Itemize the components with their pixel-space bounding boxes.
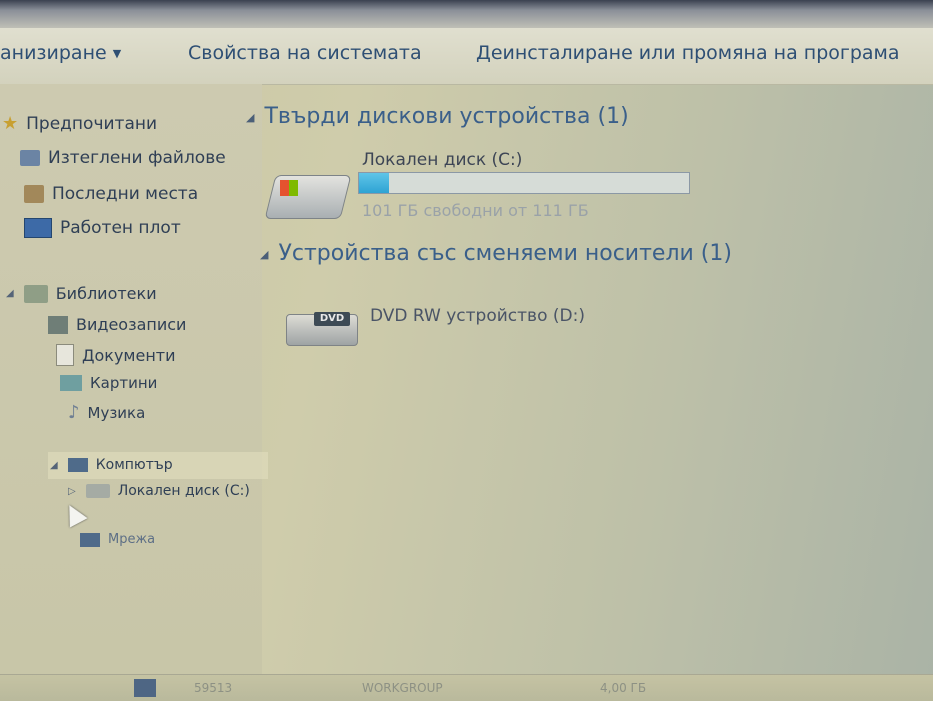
downloads-folder-icon [20, 150, 40, 166]
drive-c-usage-bar [358, 172, 690, 194]
computer-icon [67, 458, 88, 472]
hdd-group-label: Твърди дискови устройства (1) [264, 104, 629, 129]
documents-icon [56, 344, 74, 366]
nav-pictures[interactable]: Картини [60, 374, 157, 392]
nav-computer-label: Компютър [95, 457, 173, 473]
nav-favorites-label: Предпочитани [26, 113, 158, 134]
hard-drive-icon[interactable] [264, 175, 352, 219]
nav-favorites[interactable]: ★ Предпочитани [2, 113, 157, 134]
nav-desktop-label: Работен плот [60, 218, 181, 238]
collapse-triangle-icon[interactable]: ◢ [246, 111, 254, 124]
nav-music[interactable]: ♪ Музика [68, 402, 145, 423]
collapse-triangle-icon[interactable]: ◢ [50, 460, 58, 471]
nav-local-disk-label: Локален диск (C:) [117, 483, 250, 499]
dvd-drive-name[interactable]: DVD RW устройство (D:) [370, 306, 585, 326]
status-workgroup: WORKGROUP [362, 681, 443, 695]
removable-group-label: Устройства със сменяеми носители (1) [278, 241, 732, 266]
nav-recent-label: Последни места [52, 184, 199, 204]
libraries-icon [23, 284, 48, 303]
star-icon: ★ [2, 113, 19, 134]
drive-c-usage-fill [359, 173, 389, 193]
local-disk-icon [85, 484, 110, 498]
collapse-triangle-icon[interactable]: ◢ [6, 288, 14, 299]
system-properties-button[interactable]: Свойства на системата [188, 42, 422, 64]
computer-icon [134, 679, 156, 697]
status-memory: 4,00 ГБ [600, 681, 647, 695]
music-note-icon: ♪ [68, 402, 80, 423]
hdd-group-header[interactable]: ◢ Твърди дискови устройства (1) [246, 104, 629, 129]
nav-computer[interactable]: ◢ Компютър [50, 457, 173, 473]
nav-music-label: Музика [87, 403, 146, 422]
nav-libraries-label: Библиотеки [55, 284, 157, 303]
dvd-drive-icon[interactable]: DVD [286, 300, 358, 346]
drive-c-name[interactable]: Локален диск (C:) [362, 150, 522, 170]
nav-local-disk[interactable]: ▷ Локален диск (C:) [68, 483, 250, 499]
dvd-badge: DVD [314, 312, 350, 326]
organize-label: анизиране [0, 42, 107, 64]
nav-videos[interactable]: Видеозаписи [48, 315, 186, 334]
nav-documents[interactable]: Документи [56, 344, 176, 366]
status-computer-name: 59513 [194, 681, 233, 695]
nav-desktop[interactable]: Работен плот [24, 218, 181, 238]
network-icon [80, 532, 100, 547]
pictures-icon [60, 375, 82, 391]
drive-c-free-space: 101 ГБ свободни от 111 ГБ [362, 201, 589, 220]
recent-places-icon [24, 185, 44, 203]
nav-network[interactable]: Мрежа [80, 532, 155, 547]
command-bar: анизиране ▼ Свойства на системата Деинста… [0, 28, 933, 85]
status-bar: 59513 WORKGROUP 4,00 ГБ [0, 674, 933, 701]
desktop-icon [24, 218, 52, 238]
nav-downloads-label: Изтеглени файлове [48, 148, 226, 168]
nav-downloads[interactable]: Изтеглени файлове [20, 148, 226, 168]
uninstall-program-button[interactable]: Деинсталиране или промяна на програма [476, 42, 900, 64]
nav-documents-label: Документи [82, 345, 176, 365]
nav-videos-label: Видеозаписи [76, 315, 187, 334]
organize-button[interactable]: анизиране ▼ [0, 42, 121, 64]
collapse-triangle-icon[interactable]: ◢ [260, 248, 268, 261]
videos-icon [48, 315, 68, 334]
nav-pictures-label: Картини [90, 374, 158, 392]
nav-recent-places[interactable]: Последни места [24, 184, 198, 204]
windows-logo-icon [280, 180, 298, 196]
chevron-down-icon: ▼ [112, 47, 122, 60]
removable-group-header[interactable]: ◢ Устройства със сменяеми носители (1) [260, 241, 732, 266]
nav-libraries[interactable]: ◢ Библиотеки [6, 284, 157, 303]
nav-network-label: Мрежа [108, 532, 156, 547]
expand-triangle-icon[interactable]: ▷ [68, 486, 76, 497]
